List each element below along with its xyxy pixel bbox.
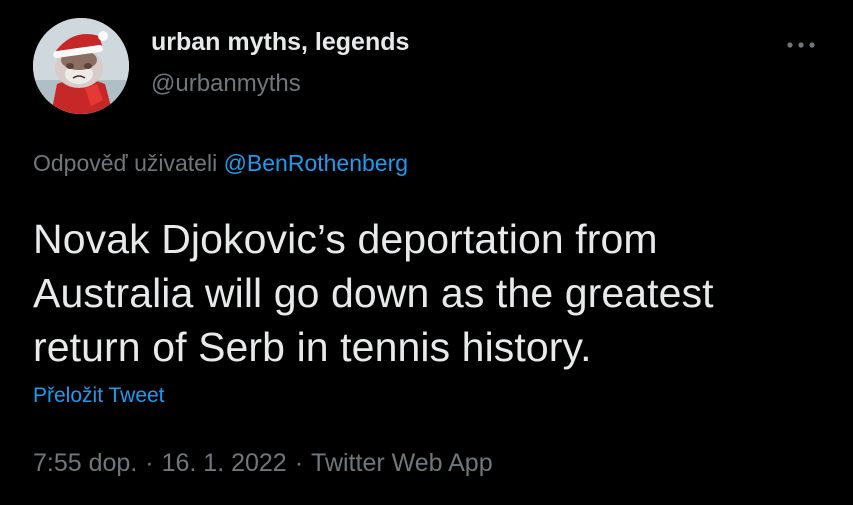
tweet-text: Novak Djokovic’s deportation from Austra… <box>33 216 714 370</box>
reply-mention-link[interactable]: @BenRothenberg <box>224 150 408 176</box>
reply-prefix: Odpověď uživateli <box>33 150 218 176</box>
more-options-button[interactable] <box>778 28 824 62</box>
meta-separator: · <box>294 449 304 477</box>
tweet-source: Twitter Web App <box>311 449 493 477</box>
tweet-date[interactable]: 16. 1. 2022 <box>162 449 287 477</box>
more-horizontal-icon <box>787 42 815 48</box>
meta-separator: · <box>145 449 154 477</box>
reply-context: Odpověď uživateli @BenRothenberg <box>33 150 408 177</box>
grumpy-cat-avatar-icon <box>33 18 129 114</box>
tweet-time[interactable]: 7:55 dop. <box>33 449 137 477</box>
display-name[interactable]: urban myths, legends <box>151 28 409 57</box>
avatar[interactable] <box>33 18 129 114</box>
user-handle[interactable]: @urbanmyths <box>151 70 301 98</box>
translate-tweet-link[interactable]: Přeložit Tweet <box>33 384 165 408</box>
tweet-card: urban myths, legends @urbanmyths Odpověď… <box>0 0 853 505</box>
tweet-metadata: 7:55 dop. · 16. 1. 2022 · Twitter Web App <box>33 449 493 478</box>
